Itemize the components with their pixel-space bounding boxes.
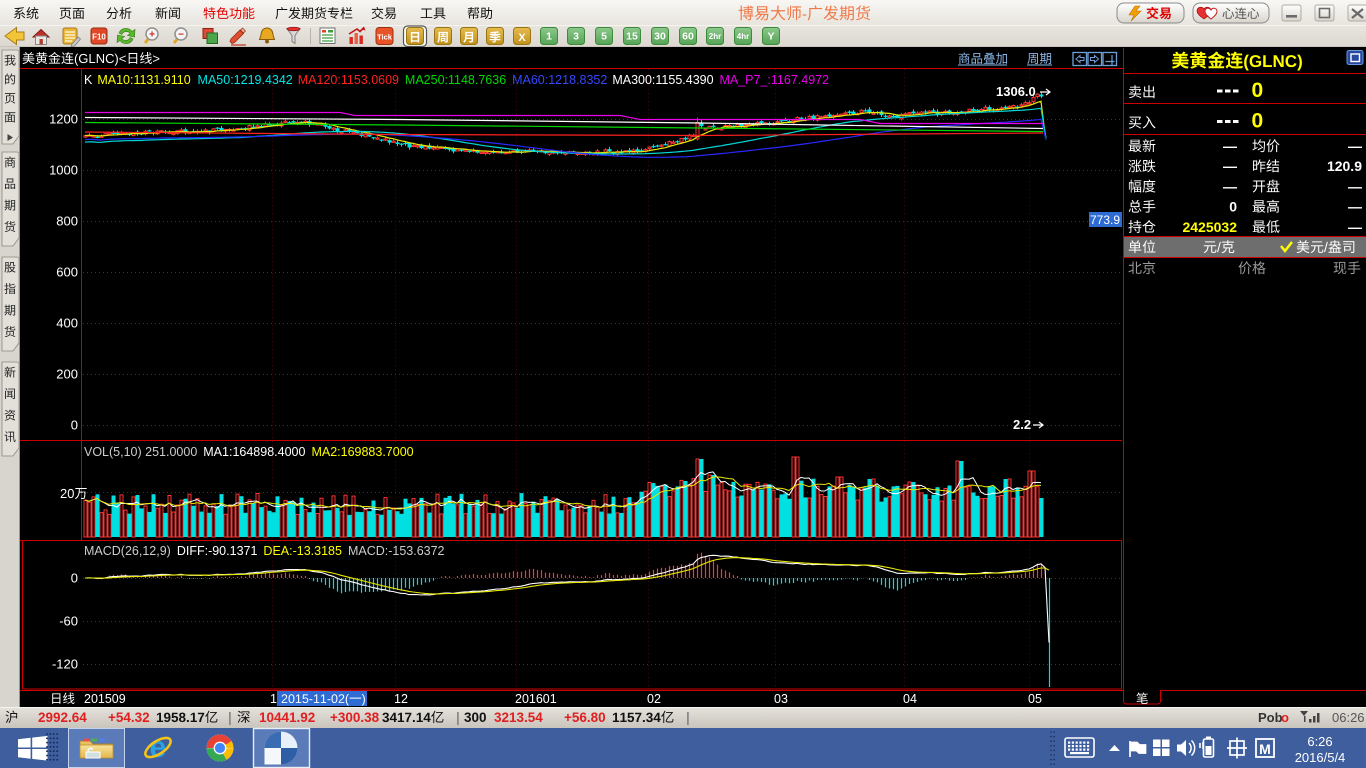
svg-text:200: 200 [56, 367, 78, 382]
svg-text:—: — [1348, 199, 1362, 215]
svg-text:0: 0 [1229, 199, 1237, 215]
svg-text:15: 15 [626, 31, 638, 43]
svg-text:1: 1 [546, 31, 552, 43]
svg-text:MACD(26,12,9): MACD(26,12,9) [84, 544, 171, 558]
svg-text:MA300:1155.4390: MA300:1155.4390 [612, 73, 713, 87]
svg-text:MACD:-153.6372: MACD:-153.6372 [348, 544, 445, 558]
svg-text:o: o [1281, 710, 1289, 725]
svg-text:2.2: 2.2 [1013, 417, 1031, 432]
svg-text:2992.64: 2992.64 [38, 710, 87, 725]
svg-text:0: 0 [1252, 79, 1264, 102]
svg-text:120.9: 120.9 [1327, 158, 1362, 174]
svg-text:+54.32: +54.32 [108, 710, 150, 725]
svg-text:DEA:-13.3185: DEA:-13.3185 [263, 544, 342, 558]
svg-text:X: X [518, 32, 526, 44]
svg-text:2hr: 2hr [709, 32, 721, 41]
svg-text:1306.0: 1306.0 [996, 84, 1036, 99]
svg-text:—: — [1348, 138, 1362, 154]
svg-text:DIFF:-90.1371: DIFF:-90.1371 [177, 544, 258, 558]
svg-text:773.9: 773.9 [1090, 213, 1120, 227]
svg-text:F10: F10 [92, 33, 106, 42]
svg-text:—: — [1223, 158, 1237, 174]
svg-text:VOL(5,10) 251.0000: VOL(5,10) 251.0000 [84, 445, 197, 459]
svg-text:300: 300 [464, 710, 487, 725]
svg-text:60: 60 [682, 31, 694, 43]
svg-text:-60: -60 [59, 614, 78, 629]
svg-text:600: 600 [56, 265, 78, 280]
svg-text:400: 400 [56, 316, 78, 331]
svg-text:—: — [1223, 178, 1237, 194]
svg-text:MA60:1218.8352: MA60:1218.8352 [512, 73, 607, 87]
svg-text:6:26: 6:26 [1307, 734, 1332, 749]
svg-text:Tick: Tick [377, 33, 393, 42]
svg-text:05: 05 [1028, 692, 1042, 706]
svg-text:201601: 201601 [515, 692, 557, 706]
svg-text:MA_P7_:1167.4972: MA_P7_:1167.4972 [719, 73, 829, 87]
svg-text:1: 1 [270, 692, 277, 706]
svg-text:M: M [1259, 741, 1271, 757]
svg-text:MA1:164898.4000: MA1:164898.4000 [203, 445, 305, 459]
svg-text:—: — [1348, 219, 1362, 235]
svg-text:—: — [1348, 178, 1362, 194]
svg-text:10441.92: 10441.92 [259, 710, 315, 725]
svg-text:|: | [686, 710, 690, 725]
svg-text:3: 3 [573, 31, 579, 43]
svg-text:MA250:1148.7636: MA250:1148.7636 [405, 73, 506, 87]
svg-text:|: | [228, 710, 232, 725]
svg-text:—: — [1223, 138, 1237, 154]
svg-text:3213.54: 3213.54 [494, 710, 543, 725]
svg-text:MA2:169883.7000: MA2:169883.7000 [311, 445, 413, 459]
svg-text:+56.80: +56.80 [564, 710, 606, 725]
svg-text:+300.38: +300.38 [330, 710, 380, 725]
svg-text:|: | [456, 710, 460, 725]
svg-text:0: 0 [71, 418, 78, 433]
svg-text:Pob: Pob [1258, 710, 1283, 725]
svg-text:Y: Y [767, 31, 774, 43]
svg-text:1000: 1000 [49, 163, 78, 178]
svg-text:201509: 201509 [84, 692, 126, 706]
svg-text:30: 30 [654, 31, 666, 43]
svg-text:2016/5/4: 2016/5/4 [1295, 750, 1346, 765]
svg-text:12: 12 [394, 692, 408, 706]
svg-text:-120: -120 [52, 657, 78, 672]
svg-text:800: 800 [56, 214, 78, 229]
svg-text:MA10:1131.9110: MA10:1131.9110 [97, 73, 190, 87]
svg-text:03: 03 [774, 692, 788, 706]
svg-text:0: 0 [71, 571, 78, 586]
svg-text:+: + [149, 30, 155, 41]
svg-text:06:26: 06:26 [1332, 710, 1365, 725]
svg-text:02: 02 [647, 692, 661, 706]
svg-text:04: 04 [903, 692, 917, 706]
svg-text:2425032: 2425032 [1182, 219, 1237, 235]
svg-text:5: 5 [601, 31, 607, 43]
svg-text:MA50:1219.4342: MA50:1219.4342 [198, 73, 293, 87]
svg-text:4hr: 4hr [737, 32, 749, 41]
svg-text:MA120:1153.0609: MA120:1153.0609 [298, 73, 399, 87]
svg-text:K: K [84, 73, 93, 87]
svg-text:0: 0 [1252, 110, 1264, 133]
svg-text:−: − [178, 30, 184, 41]
svg-text:1200: 1200 [49, 112, 78, 127]
